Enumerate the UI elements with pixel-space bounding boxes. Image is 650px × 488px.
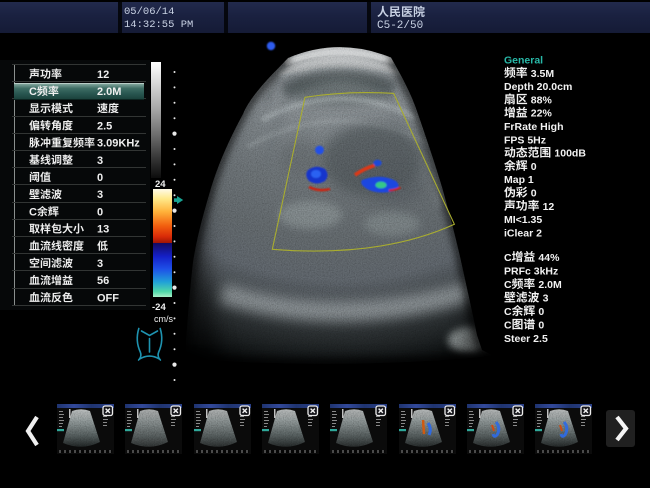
- svg-text:0: 0: [531, 161, 537, 173]
- svg-text:3.5M: 3.5M: [531, 68, 555, 80]
- svg-text:0: 0: [531, 188, 537, 200]
- svg-text:0: 0: [97, 172, 103, 184]
- svg-text:Depth 20.0cm: Depth 20.0cm: [504, 81, 572, 93]
- svg-text:C5-2/50: C5-2/50: [377, 20, 423, 32]
- svg-text:Steer 2.5: Steer 2.5: [504, 333, 548, 345]
- svg-text:3: 3: [97, 155, 103, 167]
- svg-text:C: C: [504, 320, 512, 332]
- svg-text:OFF: OFF: [97, 292, 119, 304]
- svg-text:14:32:55 PM: 14:32:55 PM: [124, 19, 193, 31]
- svg-text:0: 0: [538, 320, 544, 332]
- svg-text:C: C: [29, 206, 37, 218]
- svg-text:12: 12: [543, 201, 555, 213]
- svg-text:3: 3: [543, 293, 549, 305]
- svg-text:13: 13: [97, 224, 109, 236]
- svg-text:24: 24: [155, 179, 166, 190]
- svg-text:General: General: [504, 55, 543, 67]
- svg-text:3: 3: [97, 258, 103, 270]
- svg-text:88%: 88%: [531, 94, 553, 106]
- svg-text:2.5: 2.5: [97, 120, 112, 132]
- svg-text:FPS 5Hz: FPS 5Hz: [504, 134, 546, 146]
- svg-text:12: 12: [97, 69, 109, 81]
- svg-text:MI<1.35: MI<1.35: [504, 214, 542, 226]
- svg-text:44%: 44%: [538, 252, 560, 264]
- svg-text:0: 0: [97, 206, 103, 218]
- svg-text:22%: 22%: [531, 108, 553, 120]
- svg-text:2.0M: 2.0M: [97, 86, 121, 98]
- svg-text:C: C: [504, 306, 512, 318]
- svg-text:2.0M: 2.0M: [538, 279, 562, 291]
- svg-text:cm/s: cm/s: [154, 314, 173, 324]
- svg-text:iClear 2: iClear 2: [504, 227, 542, 239]
- svg-text:05/06/14: 05/06/14: [124, 6, 174, 18]
- svg-text:0: 0: [538, 306, 544, 318]
- svg-text:C: C: [504, 252, 512, 264]
- svg-text:3.09KHz: 3.09KHz: [97, 138, 140, 150]
- svg-text:C: C: [29, 86, 37, 98]
- svg-text:56: 56: [97, 275, 109, 287]
- svg-text:FrRate High: FrRate High: [504, 121, 564, 133]
- svg-text:3: 3: [97, 189, 103, 201]
- svg-text:Map 1: Map 1: [504, 174, 534, 186]
- svg-text:100dB: 100dB: [554, 148, 586, 160]
- svg-text:-24: -24: [152, 302, 166, 313]
- svg-text:C: C: [504, 279, 512, 291]
- svg-text:PRFc 3kHz: PRFc 3kHz: [504, 266, 558, 278]
